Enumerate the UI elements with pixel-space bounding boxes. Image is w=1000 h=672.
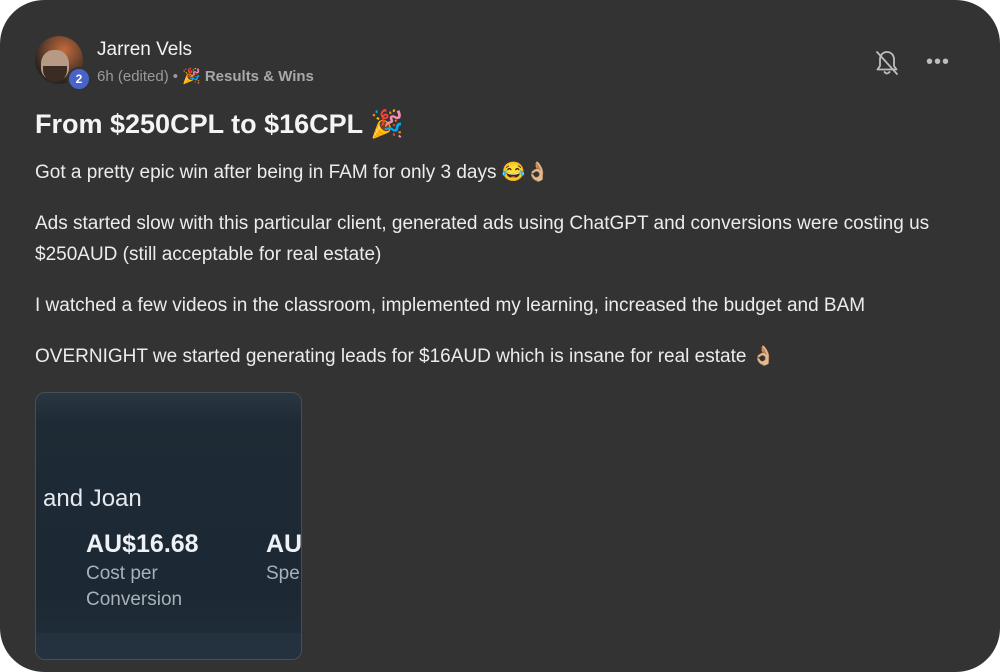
attachment-thumbnail[interactable]: and Joan AU$16.68 Cost per Conversion AU…: [35, 392, 302, 660]
bell-off-icon[interactable]: [874, 49, 900, 77]
post-title: From $250CPL to $16CPL 🎉: [35, 109, 404, 139]
stat-value: AU: [266, 530, 302, 558]
level-badge: 2: [67, 67, 91, 91]
more-horizontal-icon[interactable]: •••: [924, 52, 952, 72]
post-paragraph: Got a pretty epic win after being in FAM…: [35, 162, 550, 183]
stat-value: AU$16.68: [86, 530, 199, 558]
stat-label: Spe: [266, 563, 300, 584]
category-emoji: 🎉: [181, 68, 201, 85]
category-link[interactable]: Results & Wins: [205, 68, 314, 85]
avatar-beard: [43, 66, 67, 82]
stat-label: Cost per Conversion: [86, 563, 183, 610]
thumbnail-bottom-bar: [36, 633, 301, 659]
post-paragraph: Ads started slow with this particular cl…: [35, 213, 930, 265]
post-card: 2 Jarren Vels 6h (edited) • 🎉 Results & Wi…: [0, 0, 1000, 672]
post-paragraph: OVERNIGHT we started generating leads fo…: [35, 346, 776, 367]
post-meta: 6h (edited) • 🎉 Results & Wins: [97, 68, 314, 86]
post-time: 6h (edited): [97, 68, 169, 85]
meta-separator: •: [172, 68, 178, 85]
post-paragraph: I watched a few videos in the classroom,…: [35, 295, 866, 316]
author-name[interactable]: Jarren Vels: [97, 38, 192, 62]
attachment-name-text: and Joan: [43, 485, 142, 512]
thumbnail-top-shade: [36, 393, 301, 423]
